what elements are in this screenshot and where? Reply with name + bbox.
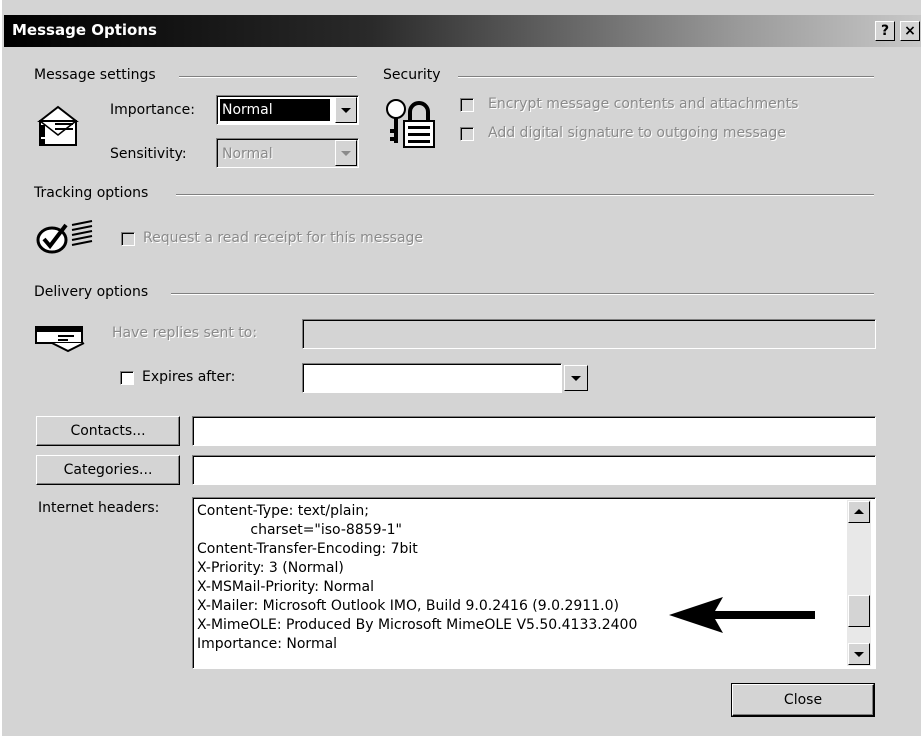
sensitivity-select[interactable]: Normal [216, 138, 359, 168]
chevron-down-icon [571, 376, 581, 381]
sensitivity-dropdown-button[interactable] [335, 140, 357, 166]
security-group-label: Security [383, 67, 441, 83]
envelope-important-icon [34, 101, 82, 153]
replies-label: Have replies sent to: [112, 325, 258, 341]
divider [171, 293, 874, 295]
close-window-button[interactable]: × [900, 21, 920, 41]
divider [179, 76, 357, 78]
chevron-up-icon [854, 509, 864, 514]
contacts-input[interactable] [192, 416, 876, 446]
read-receipt-label: Request a read receipt for this message [143, 230, 424, 246]
scroll-up-button[interactable] [848, 501, 870, 523]
close-button[interactable]: Close [731, 683, 875, 717]
chevron-down-icon [341, 151, 351, 156]
keys-lock-icon [384, 95, 436, 157]
scroll-thumb[interactable] [848, 595, 870, 627]
importance-select[interactable]: Normal [216, 95, 359, 125]
expires-label: Expires after: [142, 369, 236, 385]
internet-headers-label: Internet headers: [38, 500, 160, 516]
tracking-group-label: Tracking options [34, 185, 149, 201]
message-settings-group-label: Message settings [34, 67, 156, 83]
window-title: Message Options [12, 21, 157, 39]
dialog-body: Message settings Importance: Normal Sens… [4, 47, 921, 736]
sensitivity-value: Normal [222, 146, 273, 162]
importance-label: Importance: [110, 102, 195, 118]
divider [458, 76, 874, 78]
encrypt-checkbox[interactable] [460, 98, 474, 112]
title-bar[interactable]: Message Options ? × [4, 15, 921, 47]
importance-value: Normal [220, 99, 330, 121]
replies-input[interactable] [302, 319, 876, 349]
divider [176, 194, 874, 196]
categories-button[interactable]: Categories... [36, 455, 180, 485]
encrypt-label: Encrypt message contents and attachments [488, 96, 799, 112]
digital-signature-checkbox[interactable] [460, 127, 474, 141]
expires-input[interactable] [302, 363, 562, 393]
headers-scrollbar[interactable] [847, 500, 871, 666]
reply-envelope-icon [34, 323, 90, 357]
importance-dropdown-button[interactable] [335, 97, 357, 123]
internet-headers-text: Content-Type: text/plain; charset="iso-8… [197, 503, 638, 652]
digital-signature-label: Add digital signature to outgoing messag… [488, 125, 786, 141]
delivery-group-label: Delivery options [34, 284, 149, 300]
expires-dropdown-button[interactable] [564, 365, 588, 391]
expires-checkbox[interactable] [120, 371, 134, 385]
read-receipt-checkbox[interactable] [121, 232, 135, 246]
internet-headers-textarea[interactable]: Content-Type: text/plain; charset="iso-8… [192, 497, 876, 669]
checkmark-receipt-icon [34, 219, 94, 261]
categories-input[interactable] [192, 455, 876, 485]
arrow-left-icon [669, 597, 819, 637]
sensitivity-label: Sensitivity: [110, 146, 187, 162]
message-options-dialog: Message Options ? × Message settings Imp… [0, 0, 921, 736]
help-button[interactable]: ? [875, 21, 895, 41]
contacts-button[interactable]: Contacts... [36, 416, 180, 446]
chevron-down-icon [341, 108, 351, 113]
scroll-down-button[interactable] [848, 643, 870, 665]
chevron-down-icon [854, 652, 864, 657]
